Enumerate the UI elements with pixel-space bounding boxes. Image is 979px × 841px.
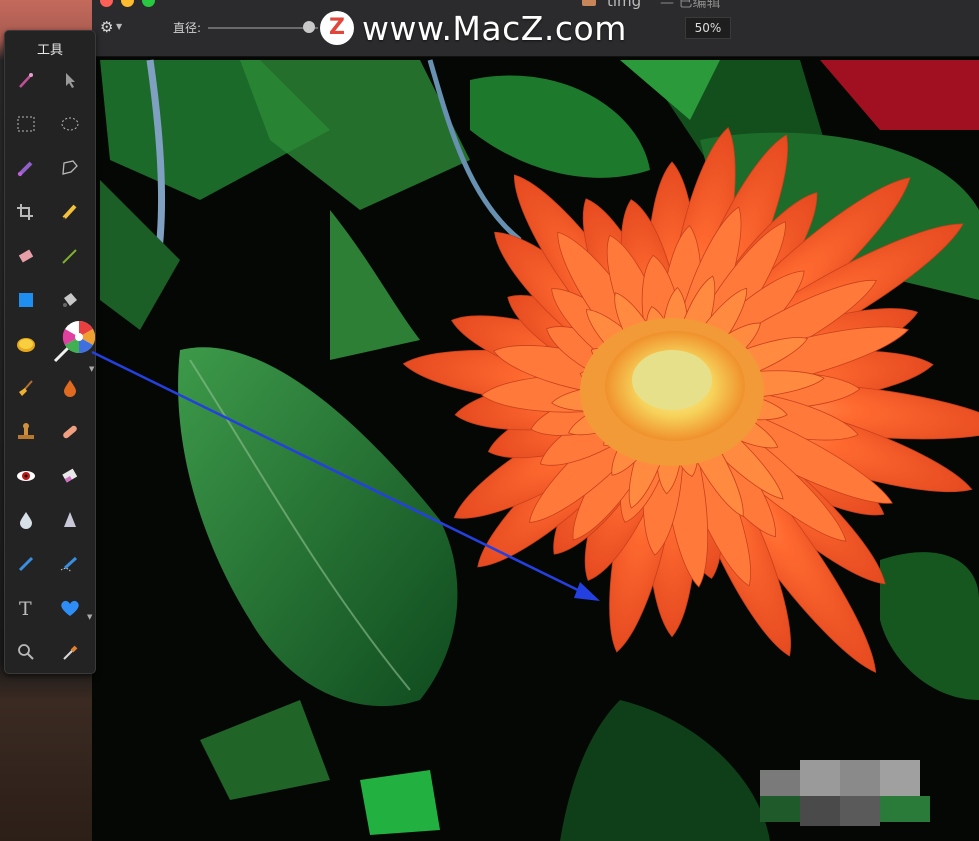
watermark-text: www.MacZ.com	[362, 8, 627, 48]
minimize-window-button[interactable]	[121, 0, 134, 7]
close-window-button[interactable]	[100, 0, 113, 7]
pencil-icon[interactable]	[55, 197, 85, 227]
svg-text:T: T	[19, 598, 32, 619]
brush-line-icon[interactable]	[55, 241, 85, 271]
flower-photo	[0, 0, 979, 841]
sharpen-cone-icon[interactable]	[55, 505, 85, 535]
coin-icon[interactable]	[11, 329, 41, 359]
ellipse-select-icon[interactable]	[55, 109, 85, 139]
zoom-window-button[interactable]	[142, 0, 155, 7]
color-select-brush-icon[interactable]	[11, 153, 41, 183]
chevron-down-icon[interactable]: ▼	[87, 613, 92, 621]
water-drop-icon[interactable]	[11, 505, 41, 535]
watermark: Z www.MacZ.com	[320, 8, 627, 48]
eraser-icon[interactable]	[11, 241, 41, 271]
pen-icon[interactable]	[11, 549, 41, 579]
paint-bucket-icon[interactable]	[55, 285, 85, 315]
shape-icon[interactable]	[11, 285, 41, 315]
chevron-down-icon[interactable]: ▼	[116, 22, 122, 31]
smudge-icon[interactable]	[55, 461, 85, 491]
broom-icon[interactable]	[11, 373, 41, 403]
tools-panel-title: 工具	[36, 43, 63, 58]
document-icon	[582, 0, 596, 6]
edited-status: — 已编辑	[660, 0, 721, 11]
blurred-watermark	[760, 760, 930, 826]
zoom-icon[interactable]	[11, 637, 41, 667]
bezier-pen-icon[interactable]	[55, 549, 85, 579]
lasso-icon[interactable]	[55, 153, 85, 183]
zoom-field[interactable]: 50%	[685, 17, 731, 39]
eyedropper-icon[interactable]	[55, 637, 85, 667]
gear-icon[interactable]: ⚙	[100, 18, 113, 36]
arrow-select-icon[interactable]	[55, 65, 85, 95]
rect-select-icon[interactable]	[11, 109, 41, 139]
radius-slider-knob[interactable]	[303, 21, 316, 33]
radius-slider[interactable]	[208, 27, 318, 29]
text-icon[interactable]: T	[11, 593, 41, 623]
tools-panel: 工具 ▼ T ▼	[4, 30, 96, 674]
bandage-icon[interactable]	[55, 417, 85, 447]
crop-icon[interactable]	[11, 197, 41, 227]
lollipop-icon[interactable]	[49, 319, 95, 365]
radius-label: 直径:	[173, 21, 202, 35]
stamp-icon[interactable]	[11, 417, 41, 447]
drop-icon[interactable]	[55, 373, 85, 403]
red-eye-icon[interactable]	[11, 461, 41, 491]
heart-shape-icon[interactable]	[55, 593, 85, 623]
photo-canvas[interactable]	[0, 0, 979, 841]
watermark-logo: Z	[320, 11, 354, 45]
magic-wand-icon[interactable]	[11, 65, 41, 95]
chevron-down-icon[interactable]: ▼	[89, 365, 94, 373]
